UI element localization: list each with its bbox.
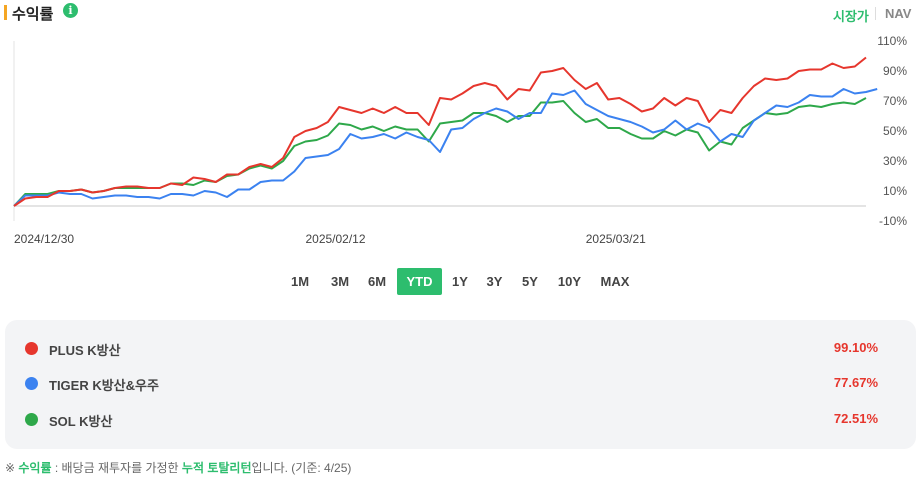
legend-color-dot	[25, 342, 38, 355]
period-button-3y[interactable]: 3Y	[479, 268, 510, 295]
period-button-max[interactable]: MAX	[596, 268, 634, 295]
footnote-term: 수익률	[18, 461, 52, 475]
legend-series-name: TIGER K방산&우주	[49, 378, 159, 393]
y-tick-label: 90%	[883, 64, 907, 78]
legend-row[interactable]: PLUS K방산 99.10%	[5, 337, 916, 361]
series-legend: PLUS K방산 99.10% TIGER K방산&우주 77.67% SOL K방산 7…	[5, 320, 916, 449]
y-tick-label: 10%	[883, 184, 907, 198]
y-tick-label: 70%	[883, 94, 907, 108]
period-button-1m[interactable]: 1M	[285, 268, 315, 295]
legend-series-return: 99.10%	[833, 340, 878, 355]
period-button-ytd[interactable]: YTD	[397, 268, 442, 295]
toggle-divider	[875, 7, 876, 20]
x-tick-label: 2025/02/12	[305, 232, 365, 246]
legend-row[interactable]: SOL K방산 72.51%	[5, 408, 916, 432]
title-accent-bar	[4, 5, 7, 20]
footnote-prefix: ※	[5, 461, 19, 475]
period-button-6m[interactable]: 6M	[362, 268, 392, 295]
legend-series-name: PLUS K방산	[49, 343, 121, 358]
legend-color-dot	[25, 377, 38, 390]
footnote: ※ 수익률 : 배당금 재투자를 가정한 누적 토탈리턴입니다. (기준: 4/…	[5, 459, 351, 476]
period-button-1y[interactable]: 1Y	[447, 268, 473, 295]
y-tick-label: 110%	[877, 34, 907, 48]
y-tick-label: -10%	[879, 214, 907, 228]
footnote-emph: 누적 토탈리턴	[181, 461, 252, 475]
legend-series-return: 77.67%	[833, 375, 878, 390]
x-tick-label: 2024/12/30	[14, 232, 74, 246]
return-line-chart: 110% 90% 70% 50% 30% 10% -10% 2024/12/30 2025/02…	[13, 34, 907, 246]
series-line	[13, 56, 867, 207]
legend-series-return: 72.51%	[833, 411, 878, 426]
period-button-5y[interactable]: 5Y	[516, 268, 544, 295]
toggle-market-price[interactable]: 시장가	[833, 6, 869, 25]
info-icon[interactable]: i	[63, 3, 78, 18]
legend-row[interactable]: TIGER K방산&우주 77.67%	[5, 372, 916, 396]
period-button-3m[interactable]: 3M	[324, 268, 356, 295]
toggle-nav[interactable]: NAV	[885, 6, 911, 21]
x-tick-label: 2025/03/21	[586, 232, 646, 246]
y-tick-label: 50%	[883, 124, 907, 138]
y-tick-label: 30%	[883, 154, 907, 168]
footnote-mid: : 배당금 재투자를 가정한	[51, 461, 182, 475]
legend-color-dot	[25, 413, 38, 426]
section-title: 수익률	[12, 6, 54, 23]
period-selector: 1M 3M 6M YTD 1Y 3Y 5Y 10Y MAX	[0, 268, 922, 296]
legend-series-name: SOL K방산	[49, 414, 113, 429]
period-button-10y[interactable]: 10Y	[553, 268, 586, 295]
footnote-suffix: 입니다. (기준: 4/25)	[251, 461, 352, 475]
chart-header: 수익률 i 시장가 NAV	[0, 0, 922, 30]
